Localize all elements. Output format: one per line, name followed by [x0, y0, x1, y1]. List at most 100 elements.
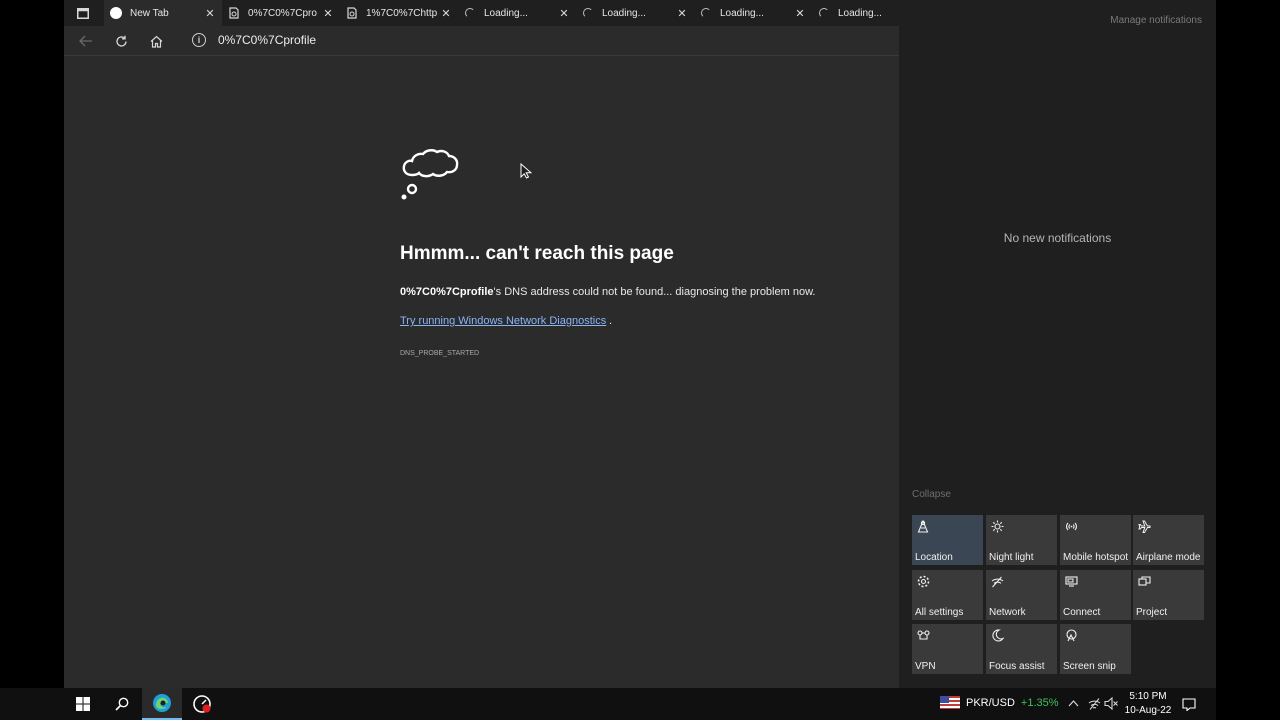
- tab-new-tab[interactable]: New Tab ✕: [104, 0, 222, 26]
- start-button[interactable]: [63, 688, 103, 720]
- manage-notifications-link[interactable]: Manage notifications: [1110, 15, 1202, 26]
- quick-action-vpn[interactable]: VPN: [912, 624, 983, 674]
- refresh-button[interactable]: [109, 30, 133, 52]
- close-icon[interactable]: ✕: [676, 7, 688, 20]
- quick-action-night-light[interactable]: Night light: [986, 515, 1057, 565]
- close-icon[interactable]: ✕: [204, 7, 216, 20]
- browser-toolbar: i 0%7C0%7Cprofile: [64, 26, 899, 56]
- tab-loading-4[interactable]: Loading...: [812, 0, 899, 26]
- ticker-symbol: PKR/USD: [966, 696, 1015, 709]
- quick-action-label: Night light: [989, 552, 1034, 563]
- clock-time: 5:10 PM: [1129, 691, 1167, 702]
- quick-action-all-settings[interactable]: All settings: [912, 570, 983, 620]
- action-center: Manage notifications No new notification…: [899, 0, 1216, 688]
- quick-action-label: Connect: [1063, 607, 1101, 618]
- white-circle-icon: [110, 7, 122, 19]
- quick-action-mobile-hotspot[interactable]: Mobile hotspot: [1060, 515, 1131, 565]
- error-title: Hmmm... can't reach this page: [400, 243, 674, 264]
- no-notifications-text: No new notifications: [1003, 231, 1112, 245]
- tab-actions-icon[interactable]: [70, 0, 96, 26]
- close-icon[interactable]: ✕: [558, 7, 570, 20]
- tab-profile-0[interactable]: 0%7C0%7Cpro ✕: [222, 0, 340, 26]
- tab-title: New Tab: [130, 7, 169, 19]
- gear-icon: [916, 574, 930, 588]
- windows-logo-icon: [76, 697, 90, 711]
- spinner-icon: [582, 7, 594, 19]
- quick-action-label: Network: [989, 607, 1026, 618]
- ticker-change: +1.35%: [1020, 696, 1059, 709]
- tab-title: 0%7C0%7Cpro: [248, 7, 317, 19]
- tab-loading-3[interactable]: Loading... ✕: [694, 0, 812, 26]
- error-code: DNS_PROBE_STARTED: [400, 350, 480, 357]
- close-icon[interactable]: ✕: [440, 7, 452, 20]
- chevron-up-icon[interactable]: [1068, 699, 1079, 707]
- tab-loading-1[interactable]: Loading... ✕: [458, 0, 576, 26]
- network-icon[interactable]: [1088, 698, 1101, 710]
- notification-icon: [1182, 697, 1196, 711]
- moon-icon: [990, 628, 1004, 642]
- stock-ticker[interactable]: PKR/USD +1.35%: [940, 696, 1059, 709]
- quick-action-focus-assist[interactable]: Focus assist: [986, 624, 1057, 674]
- vpn-icon: [916, 628, 930, 642]
- quick-action-project[interactable]: Project: [1133, 570, 1204, 620]
- tab-loading-2[interactable]: Loading... ✕: [576, 0, 694, 26]
- quick-action-label: Location: [915, 552, 953, 563]
- quick-action-airplane-mode[interactable]: Airplane mode: [1133, 515, 1204, 565]
- tab-profile-1[interactable]: 1%7C0%7Chttp ✕: [340, 0, 458, 26]
- taskbar: PKR/USD +1.35% 5:10 PM 10-Aug-22: [0, 688, 1216, 720]
- clock-date: 10-Aug-22: [1124, 705, 1172, 716]
- location-icon: [916, 519, 930, 533]
- taskbar-edge-button[interactable]: [142, 688, 182, 720]
- page-icon: [346, 7, 358, 19]
- quick-action-label: VPN: [915, 661, 936, 672]
- quick-action-label: All settings: [915, 607, 964, 618]
- spinner-icon: [700, 7, 712, 19]
- error-host: 0%7C0%7Cprofile: [400, 286, 494, 298]
- error-message-text: 's DNS address could not be found... dia…: [493, 286, 816, 298]
- quick-action-label: Airplane mode: [1136, 552, 1201, 563]
- network-icon: [990, 574, 1004, 588]
- close-icon[interactable]: ✕: [794, 7, 806, 20]
- screen-snip-icon: [1064, 628, 1078, 642]
- browser-window: New Tab ✕ 0%7C0%7Cpro ✕ 1%7C0%7Chttp ✕ L…: [64, 0, 899, 688]
- us-flag-icon: [940, 696, 960, 709]
- page-icon: [228, 7, 240, 19]
- search-button[interactable]: [102, 688, 142, 720]
- spinner-icon: [818, 7, 830, 19]
- thought-cloud-icon: [401, 149, 459, 200]
- search-icon: [115, 697, 129, 711]
- spinner-icon: [464, 7, 476, 19]
- quick-action-label: Mobile hotspot: [1063, 552, 1129, 563]
- taskbar-clock[interactable]: 5:10 PM 10-Aug-22: [1124, 690, 1172, 718]
- quick-action-location[interactable]: Location: [912, 515, 983, 565]
- quick-action-screen-snip[interactable]: Screen snip: [1060, 624, 1131, 674]
- quick-action-label: Project: [1136, 607, 1168, 618]
- project-icon: [1137, 574, 1151, 588]
- site-info-icon[interactable]: i: [192, 33, 206, 47]
- tab-title: Loading...: [602, 7, 646, 19]
- night-light-icon: [990, 519, 1004, 533]
- quick-action-label: Screen snip: [1063, 661, 1116, 672]
- address-bar[interactable]: 0%7C0%7Cprofile: [218, 33, 316, 47]
- quick-action-connect[interactable]: Connect: [1060, 570, 1131, 620]
- tab-title: Loading...: [838, 7, 882, 19]
- link-suffix: .: [609, 315, 613, 327]
- quick-action-network[interactable]: Network: [986, 570, 1057, 620]
- notifications-button[interactable]: [1178, 694, 1200, 714]
- recorder-icon: [193, 695, 211, 713]
- tab-bar: New Tab ✕ 0%7C0%7Cpro ✕ 1%7C0%7Chttp ✕ L…: [64, 0, 899, 26]
- tab-title: 1%7C0%7Chttp: [366, 7, 438, 19]
- taskbar-app-button[interactable]: [182, 688, 222, 720]
- connect-icon: [1064, 574, 1078, 588]
- network-diagnostics-link[interactable]: Try running Windows Network Diagnostics: [400, 315, 606, 327]
- quick-action-label: Focus assist: [989, 661, 1045, 672]
- error-message: 0%7C0%7Cprofile's DNS address could not …: [400, 286, 815, 298]
- volume-muted-icon[interactable]: [1104, 697, 1118, 710]
- mouse-cursor-icon: [520, 163, 532, 179]
- mobile-hotspot-icon: [1064, 519, 1078, 533]
- home-button[interactable]: [144, 30, 168, 52]
- close-icon[interactable]: ✕: [322, 7, 334, 20]
- back-button[interactable]: [74, 30, 98, 52]
- collapse-button[interactable]: Collapse: [912, 489, 951, 500]
- error-page: Hmmm... can't reach this page 0%7C0%7Cpr…: [64, 57, 899, 688]
